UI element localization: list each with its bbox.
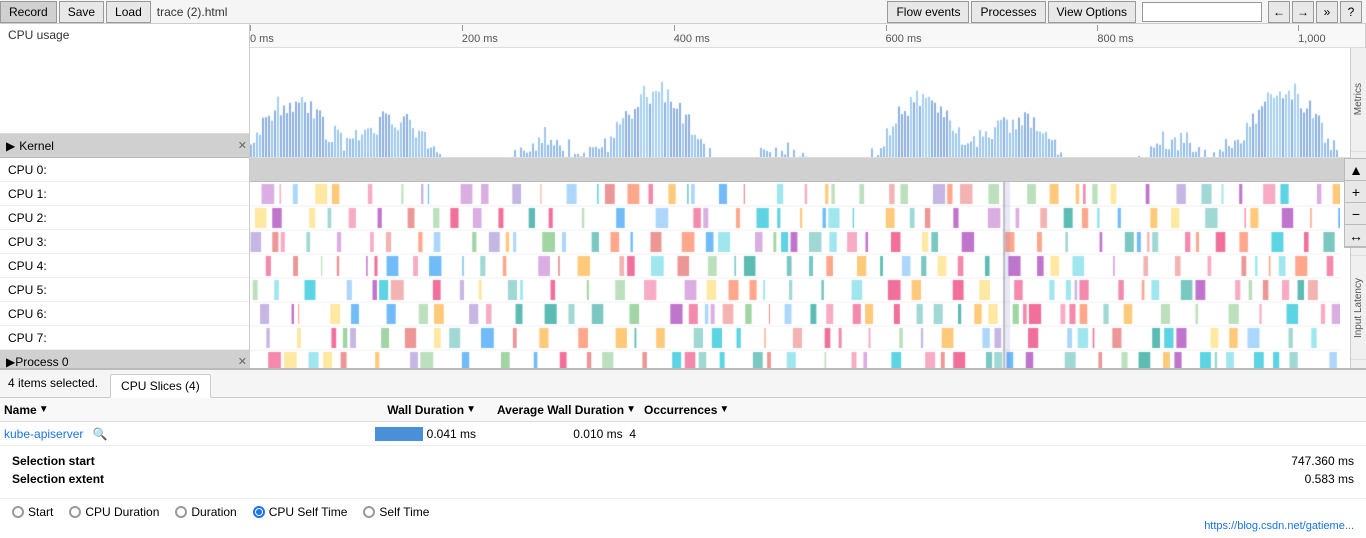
selection-extent-row: Selection extent 0.583 ms	[12, 472, 1354, 486]
row-name-cell: kube-apiserver 🔍	[0, 427, 360, 441]
row-name-link[interactable]: kube-apiserver	[4, 427, 83, 441]
cpu-usage-chart[interactable]	[250, 48, 1365, 158]
radio-duration[interactable]: Duration	[175, 505, 236, 519]
zoom-out-button[interactable]: −	[1345, 203, 1366, 225]
timeline-column[interactable]: 0 ms 200 ms 400 ms 600 ms 800 ms 1,000	[250, 24, 1366, 368]
cpu-4-label: CPU 4:	[0, 254, 249, 278]
main-area: CPU usage ▶ Kernel ✕ CPU 0: CPU 1: CPU 2…	[0, 24, 1366, 368]
process-close-button[interactable]: ✕	[238, 355, 247, 368]
avg-wall-column-header[interactable]: Average Wall Duration ▼	[480, 403, 640, 417]
cpu-1-label: CPU 1:	[0, 182, 249, 206]
cpu-tracks[interactable]	[250, 182, 1365, 368]
flow-events-button[interactable]: Flow events	[887, 1, 969, 23]
fit-button[interactable]: ↔	[1345, 225, 1366, 247]
selection-start-row: Selection start 747.360 ms	[12, 454, 1354, 468]
kernel-triangle-icon: ▶	[6, 139, 15, 153]
record-button[interactable]: Record	[0, 1, 57, 23]
cpu-3-label: CPU 3:	[0, 230, 249, 254]
row-wall-cell: 0.041 ms	[360, 427, 480, 441]
occ-sort-icon: ▼	[719, 404, 729, 415]
items-selected-label: 4 items selected.	[8, 369, 98, 397]
kernel-section-bar	[250, 158, 1365, 182]
radio-self-time[interactable]: Self Time	[363, 505, 429, 519]
cpu-0-label: CPU 0:	[0, 158, 249, 182]
zoom-controls: ▲ + − ↔	[1344, 158, 1366, 248]
cpu-5-label: CPU 5:	[0, 278, 249, 302]
tick-800ms: 800 ms	[1097, 33, 1133, 45]
radio-duration-circle	[175, 506, 187, 518]
toolbar: Record Save Load trace (2).html Flow eve…	[0, 0, 1366, 24]
bottom-url: https://blog.csdn.net/gatieme...	[1204, 520, 1354, 532]
search-icon[interactable]: 🔍	[93, 427, 108, 441]
radio-start[interactable]: Start	[12, 505, 53, 519]
time-ruler: 0 ms 200 ms 400 ms 600 ms 800 ms 1,000	[250, 24, 1365, 48]
radio-cpu-duration-circle	[69, 506, 81, 518]
filename-label: trace (2).html	[157, 5, 228, 19]
metrics-sidebar-item[interactable]: Metrics	[1351, 48, 1366, 152]
input-latency-sidebar-item[interactable]: Input Latency	[1351, 256, 1366, 360]
cpu-2-label: CPU 2:	[0, 206, 249, 230]
zoom-in-button[interactable]: +	[1345, 181, 1366, 203]
right-toolbar-buttons: Flow events Processes View Options ← → »…	[887, 1, 1362, 23]
bottom-table: Name ▼ Wall Duration ▼ Average Wall Dura…	[0, 398, 1366, 446]
cpu-slices-tab[interactable]: CPU Slices (4)	[110, 374, 211, 398]
nav-forward-button[interactable]: →	[1292, 1, 1314, 23]
wall-duration-column-header[interactable]: Wall Duration ▼	[360, 403, 480, 417]
selection-info: Selection start 747.360 ms Selection ext…	[0, 446, 1366, 499]
radio-options-row: Start CPU Duration Duration CPU Self Tim…	[0, 499, 1366, 525]
avg-sort-icon: ▼	[626, 404, 636, 415]
table-header: Name ▼ Wall Duration ▼ Average Wall Dura…	[0, 398, 1366, 422]
nav-back-button[interactable]: ←	[1268, 1, 1290, 23]
kernel-row[interactable]: ▶ Kernel ✕	[0, 134, 249, 158]
radio-cpu-self-time-circle	[253, 506, 265, 518]
wall-duration-bar	[375, 427, 423, 441]
view-options-button[interactable]: View Options	[1048, 1, 1136, 23]
tick-1000: 1,000	[1298, 33, 1326, 45]
label-column: CPU usage ▶ Kernel ✕ CPU 0: CPU 1: CPU 2…	[0, 24, 250, 368]
processes-button[interactable]: Processes	[971, 1, 1045, 23]
name-column-header[interactable]: Name ▼	[0, 403, 360, 417]
row-avg-cell: 0.010 ms 4	[480, 427, 640, 441]
nav-expand-button[interactable]: »	[1316, 1, 1338, 23]
table-row[interactable]: kube-apiserver 🔍 0.041 ms 0.010 ms 4	[0, 422, 1366, 446]
radio-cpu-duration[interactable]: CPU Duration	[69, 505, 159, 519]
select-mode-button[interactable]: ▲	[1345, 159, 1366, 181]
cpu-7-label: CPU 7:	[0, 326, 249, 350]
load-button[interactable]: Load	[106, 1, 151, 23]
name-sort-icon: ▼	[39, 404, 49, 415]
nav-help-button[interactable]: ?	[1340, 1, 1362, 23]
kernel-close-button[interactable]: ✕	[238, 139, 247, 152]
tick-0ms: 0 ms	[250, 33, 274, 45]
cpu-usage-label: CPU usage	[0, 24, 249, 134]
radio-start-circle	[12, 506, 24, 518]
tick-400ms: 400 ms	[674, 33, 710, 45]
wall-sort-icon: ▼	[466, 404, 476, 415]
cpu-6-label: CPU 6:	[0, 302, 249, 326]
occurrences-column-header[interactable]: Occurrences ▼	[640, 403, 740, 417]
tick-600ms: 600 ms	[886, 33, 922, 45]
save-button[interactable]: Save	[59, 1, 104, 23]
tick-200ms: 200 ms	[462, 33, 498, 45]
process-triangle-icon: ▶	[6, 355, 15, 369]
radio-cpu-self-time[interactable]: CPU Self Time	[253, 505, 348, 519]
radio-self-time-circle	[363, 506, 375, 518]
bottom-panel: 4 items selected. CPU Slices (4) Name ▼ …	[0, 368, 1366, 538]
bottom-tabs: 4 items selected. CPU Slices (4)	[0, 370, 1366, 398]
